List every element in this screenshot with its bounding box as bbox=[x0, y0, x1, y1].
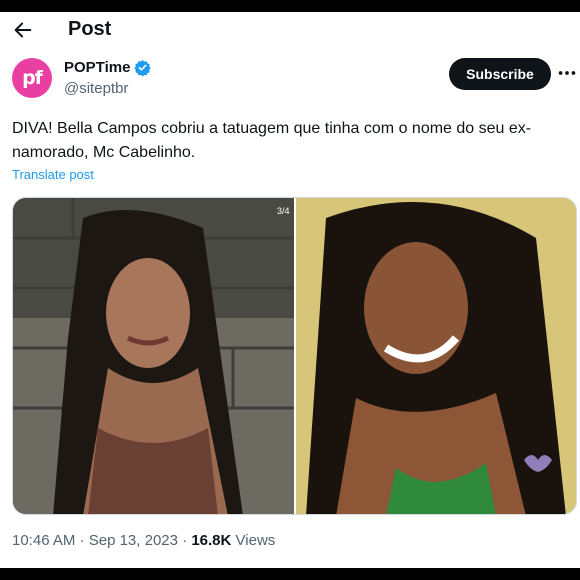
separator-dot: · bbox=[182, 532, 192, 549]
author-handle[interactable]: @siteptbr bbox=[64, 80, 128, 97]
verified-badge-icon bbox=[134, 60, 152, 76]
photo-right bbox=[295, 198, 576, 514]
views-label: Views bbox=[235, 532, 276, 549]
avatar[interactable]: pf bbox=[12, 58, 52, 98]
post-date[interactable]: Sep 13, 2023 bbox=[89, 532, 178, 549]
post-image-right[interactable] bbox=[295, 198, 576, 514]
author-name-row[interactable]: POPTime bbox=[64, 59, 152, 76]
post-text: DIVA! Bella Campos cobriu a tatuagem que… bbox=[12, 120, 532, 161]
translate-post-link[interactable]: Translate post bbox=[12, 167, 94, 182]
post-time[interactable]: 10:46 AM bbox=[12, 532, 75, 549]
views-count: 16.8K bbox=[191, 532, 232, 549]
post-media[interactable]: 3/4 bbox=[12, 197, 577, 515]
subscribe-button[interactable]: Subscribe bbox=[449, 58, 551, 90]
post-image-left[interactable]: 3/4 bbox=[13, 198, 294, 514]
top-bar: Post bbox=[0, 12, 580, 52]
photo-left bbox=[13, 198, 294, 514]
separator-dot: · bbox=[79, 532, 89, 549]
post-view: Post pf POPTime @siteptbr Subscribe DIVA… bbox=[0, 12, 580, 568]
post-meta: 10:46 AM · Sep 13, 2023 · 16.8K Views bbox=[12, 532, 275, 549]
image-counter: 3/4 bbox=[276, 206, 290, 216]
author-name[interactable]: POPTime bbox=[64, 59, 130, 76]
page-title: Post bbox=[68, 18, 112, 40]
more-options-icon[interactable] bbox=[556, 62, 578, 84]
back-arrow-icon[interactable] bbox=[12, 19, 34, 41]
